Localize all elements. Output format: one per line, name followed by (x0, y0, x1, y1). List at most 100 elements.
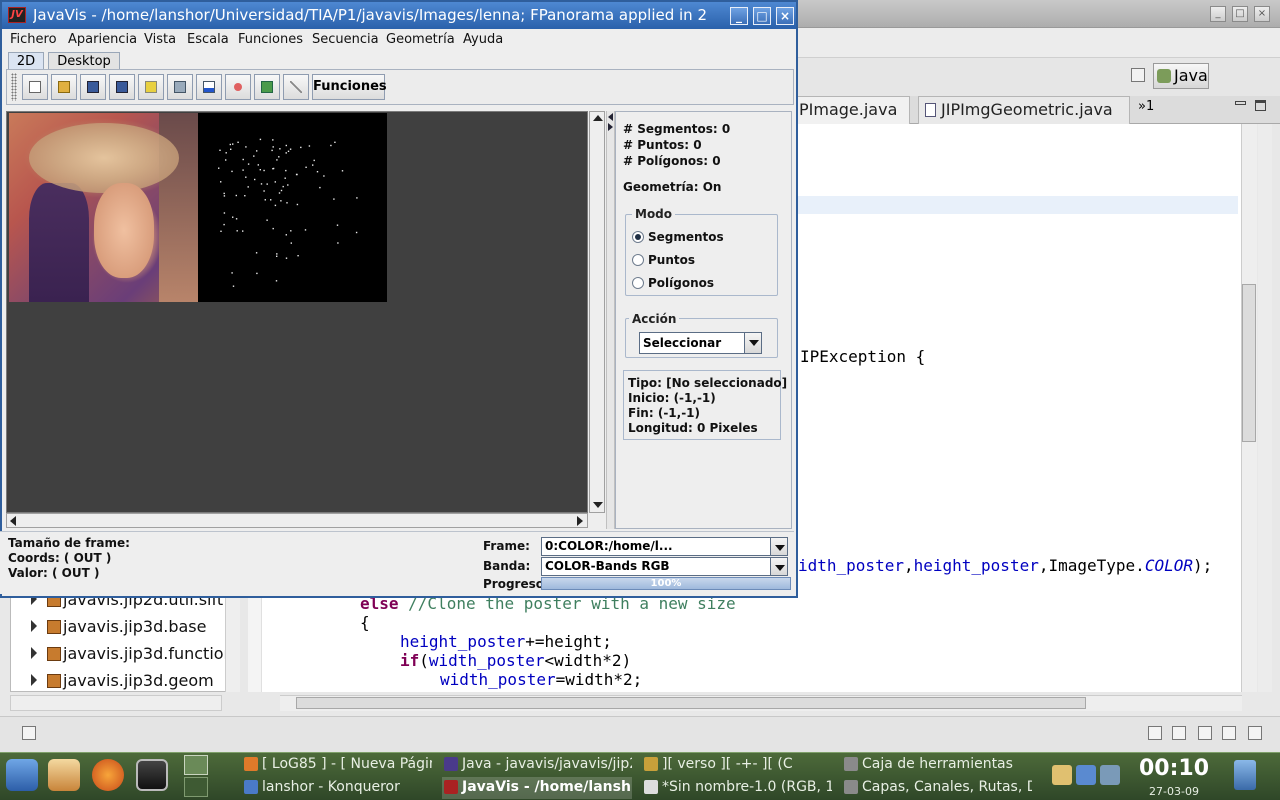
new-button[interactable] (22, 74, 48, 100)
tree-horizontal-scrollbar[interactable] (10, 695, 222, 711)
histogram-button[interactable] (196, 74, 222, 100)
trash-icon[interactable] (1234, 760, 1256, 790)
accion-select[interactable]: Seleccionar (639, 332, 745, 354)
scroll-right-icon[interactable] (577, 516, 583, 526)
feature-point (220, 230, 222, 232)
tree-item[interactable]: javavis.jip3d.functior (11, 644, 239, 666)
save-as-button[interactable] (109, 74, 135, 100)
split-pane-divider[interactable] (606, 111, 615, 529)
expand-icon[interactable] (31, 647, 37, 659)
tree-item[interactable]: javavis.jip3d.geom (11, 671, 239, 691)
scroll-left-icon[interactable] (10, 516, 16, 526)
tab-jipimggeometric[interactable]: JIPImgGeometric.java (918, 96, 1130, 124)
feature-point (341, 170, 344, 172)
task-eclipse[interactable]: Java - javavis/javavis/jip2d (442, 754, 632, 776)
menu-fichero[interactable]: Fichero (10, 32, 57, 47)
canvas-horizontal-scrollbar[interactable] (6, 513, 588, 528)
task-javavis[interactable]: JavaVis - /home/lansh (442, 777, 632, 799)
menu-ayuda[interactable]: Ayuda (463, 32, 503, 47)
menu-apariencia[interactable]: Apariencia (68, 32, 137, 47)
firefox-icon[interactable] (92, 759, 124, 791)
scroll-down-icon[interactable] (593, 502, 603, 508)
lena-image[interactable] (9, 113, 198, 302)
radio-segmentos[interactable] (632, 231, 644, 243)
new-task-icon[interactable] (22, 726, 36, 740)
radio-puntos[interactable] (632, 254, 644, 266)
radio-segmentos-label[interactable]: Segmentos (648, 230, 724, 244)
editor-vertical-scroll-thumb[interactable] (1242, 284, 1256, 442)
chevron-down-icon[interactable] (770, 537, 788, 556)
desktop-pager-1[interactable] (184, 755, 208, 775)
code-line: IPException { (800, 347, 926, 366)
expand-icon[interactable] (31, 620, 37, 632)
task-konqueror[interactable]: lanshor - Konqueror (242, 777, 432, 799)
feature-point (285, 144, 287, 147)
cube-button[interactable] (254, 74, 280, 100)
update-icon[interactable] (1100, 765, 1120, 785)
tab-pimage[interactable]: PImage.java (780, 96, 910, 124)
canvas-vertical-scrollbar[interactable] (589, 111, 605, 513)
menu-secuencia[interactable]: Secuencia (312, 32, 379, 47)
console-icon[interactable] (1248, 726, 1262, 740)
open-perspective-icon[interactable] (1131, 68, 1145, 82)
collapse-right-icon[interactable] (608, 123, 613, 131)
restore-icon[interactable] (1148, 726, 1162, 740)
klipper-icon[interactable] (1052, 765, 1072, 785)
editor-maximize-icon[interactable] (1255, 100, 1266, 111)
open-button[interactable] (51, 74, 77, 100)
menu-geometria[interactable]: Geometría (386, 32, 455, 47)
kde-menu-icon[interactable] (6, 759, 38, 791)
task-gimp-image[interactable]: *Sin nombre-1.0 (RGB, 1 (642, 777, 832, 799)
desktop-pager-2[interactable] (184, 777, 208, 797)
chevron-down-icon[interactable] (744, 332, 762, 354)
javavis-titlebar[interactable]: JV JavaVis - /home/lanshor/Universidad/T… (2, 2, 796, 29)
close-icon[interactable]: × (776, 7, 794, 25)
menu-escala[interactable]: Escala (187, 32, 229, 47)
radio-puntos-label[interactable]: Puntos (648, 253, 695, 267)
minimize-icon[interactable]: _ (730, 7, 748, 25)
menu-funciones[interactable]: Funciones (238, 32, 303, 47)
editor-horizontal-scroll-thumb[interactable] (296, 697, 1086, 709)
image-button[interactable] (138, 74, 164, 100)
home-icon[interactable] (48, 759, 80, 791)
menu-vista[interactable]: Vista (144, 32, 176, 47)
maximize-icon[interactable]: □ (1232, 6, 1248, 22)
radio-poligonos-label[interactable]: Polígonos (648, 276, 714, 290)
chevron-down-icon[interactable] (770, 557, 788, 576)
at-icon[interactable] (1198, 726, 1212, 740)
task-toolbox[interactable]: Caja de herramientas (842, 754, 1032, 776)
panorama-image[interactable] (198, 113, 387, 302)
collapse-left-icon[interactable] (608, 113, 613, 121)
frame-select[interactable]: 0:COLOR:/home/l... (541, 537, 771, 556)
edit-image-button[interactable] (167, 74, 193, 100)
record-button[interactable] (225, 74, 251, 100)
tasks-icon[interactable] (1172, 726, 1186, 740)
clock[interactable]: 00:10 (1138, 756, 1210, 781)
java-perspective-button[interactable]: Java (1153, 63, 1209, 89)
task-layers[interactable]: Capas, Canales, Rutas, D (842, 777, 1032, 799)
lena-face (94, 183, 154, 278)
banda-select[interactable]: COLOR-Bands RGB (541, 557, 771, 576)
javavis-logo-icon: JV (8, 7, 26, 23)
problems-icon[interactable] (1222, 726, 1236, 740)
task-log85[interactable]: [ LoG85 ] - [ Nueva Págin (242, 754, 432, 776)
network-icon[interactable] (1076, 765, 1096, 785)
editor-minimize-icon[interactable] (1235, 101, 1246, 105)
terminal-icon[interactable] (136, 759, 168, 791)
tree-item[interactable]: javavis.jip3d.base (11, 617, 239, 639)
toolbar-grip[interactable] (11, 73, 17, 101)
save-button[interactable] (80, 74, 106, 100)
tab-overflow-button[interactable]: »1 (1138, 99, 1154, 114)
expand-icon[interactable] (31, 674, 37, 686)
feature-point (230, 148, 232, 150)
radio-poligonos[interactable] (632, 277, 644, 289)
maximize-icon[interactable]: □ (753, 7, 771, 25)
line-button[interactable] (283, 74, 309, 100)
tree-item[interactable]: javavis.jip2d.util.sift (11, 597, 239, 612)
scroll-up-icon[interactable] (593, 115, 603, 121)
tree-vertical-scrollbar[interactable] (225, 596, 240, 692)
close-icon[interactable]: × (1254, 6, 1270, 22)
task-verso[interactable]: ][ verso ][ -+- ][ (C (642, 754, 832, 776)
funciones-button[interactable]: Funciones (312, 74, 387, 100)
minimize-icon[interactable]: _ (1210, 6, 1226, 22)
